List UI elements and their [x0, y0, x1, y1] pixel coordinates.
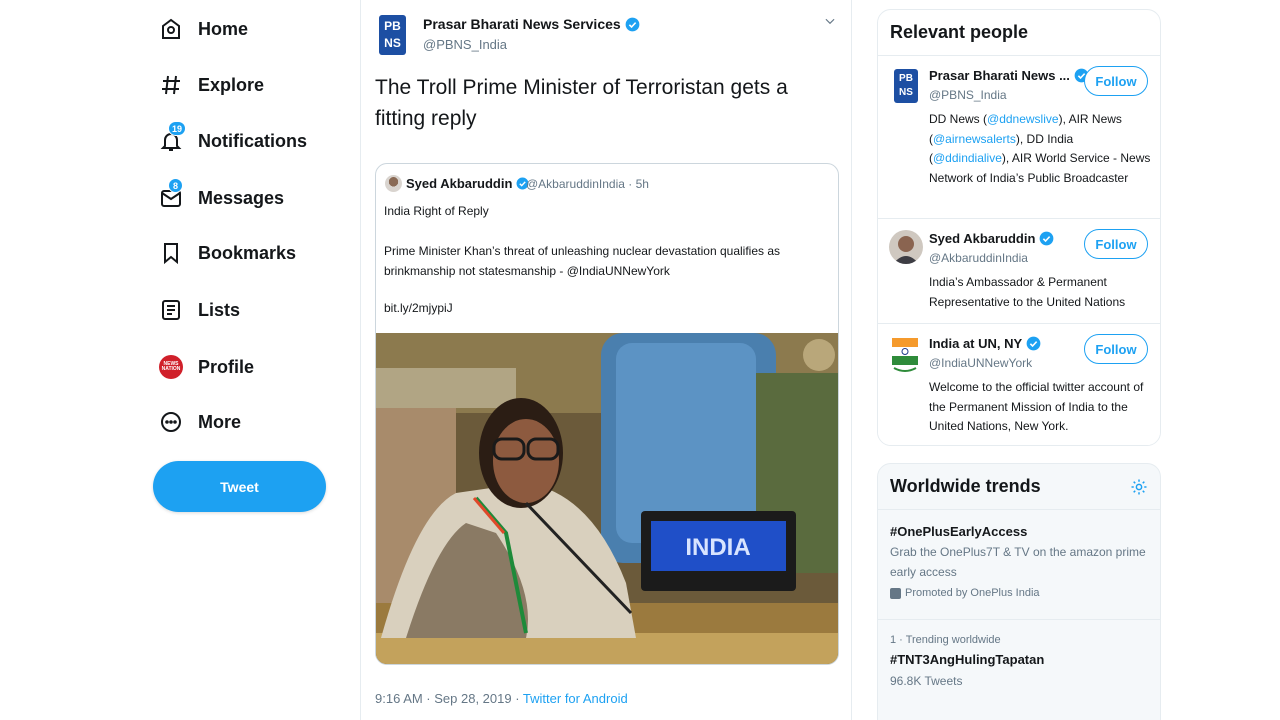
person-item[interactable]: Syed Akbaruddin @AkbaruddinIndia Follow … — [878, 219, 1160, 324]
source-app-link[interactable]: Twitter for Android — [523, 691, 628, 706]
verified-icon — [1026, 336, 1041, 351]
mention-link[interactable]: @airnewsalerts — [933, 132, 1016, 146]
list-icon — [158, 297, 184, 323]
tweet-detail: PB NS Prasar Bharati News Services @PBNS… — [360, 0, 852, 720]
envelope-icon: 8 — [158, 178, 184, 211]
nameplate-text: INDIA — [685, 534, 750, 561]
trends-header: Worldwide trends — [878, 464, 1160, 510]
chevron-down-icon[interactable] — [823, 14, 837, 28]
settings-gear-icon[interactable] — [1130, 478, 1148, 496]
nav-label-more: More — [198, 411, 242, 432]
nav-label-home: Home — [198, 18, 249, 39]
bell-icon: 19 — [158, 121, 187, 154]
person-avatar: PB NS — [894, 69, 918, 103]
primary-navigation: Home Explore 19 Notifications 8 Messages… — [150, 0, 340, 720]
person-handle: @AkbaruddinIndia — [929, 251, 1028, 265]
trend-title: #TNT3AngHulingTapatan — [890, 652, 1045, 667]
author-handle[interactable]: @PBNS_India — [423, 37, 507, 52]
nav-item-messages[interactable]: 8 Messages — [158, 178, 284, 218]
quoted-author-name: Syed Akbaruddin — [406, 176, 529, 191]
trend-description: Grab the OnePlus7T & TV on the amazon pr… — [890, 545, 1146, 579]
person-name[interactable]: Syed Akbaruddin — [929, 231, 1054, 246]
promoted-icon — [890, 587, 901, 599]
follow-button[interactable]: Follow — [1084, 229, 1148, 259]
hashtag-icon — [158, 72, 184, 98]
follow-button[interactable]: Follow — [1084, 334, 1148, 364]
tweet-button[interactable]: Tweet — [153, 461, 326, 512]
relevant-people-card: Relevant people PB NS Prasar Bharati New… — [877, 9, 1161, 446]
verified-icon — [625, 17, 640, 31]
nav-label-bookmarks: Bookmarks — [198, 242, 297, 263]
nav-label-messages: Messages — [198, 187, 285, 208]
person-avatar — [889, 230, 923, 264]
trend-tweet-count: 96.8K Tweets — [890, 674, 963, 688]
trend-title: #OnePlusEarlyAccess — [890, 524, 1028, 539]
person-handle: @IndiaUNNewYork — [929, 356, 1033, 370]
person-handle: @PBNS_India — [929, 88, 1007, 102]
nav-label-explore: Explore — [198, 74, 265, 95]
messages-badge: 8 — [168, 178, 183, 193]
author-name[interactable]: Prasar Bharati News Services — [423, 16, 640, 32]
nav-item-explore[interactable]: Explore — [158, 65, 264, 105]
quoted-text-body: Prime Minister Khan’s threat of unleashi… — [384, 244, 780, 278]
mention-link[interactable]: @ddindialive — [933, 151, 1002, 165]
mention-link[interactable]: @ddnewslive — [987, 112, 1059, 126]
profile-avatar: NEWS NATION — [159, 355, 183, 379]
quoted-link[interactable]: bit.ly/2mjypiJ — [384, 301, 453, 315]
person-bio: India’s Ambassador & Permanent Represent… — [929, 275, 1126, 309]
person-name[interactable]: Prasar Bharati News ... — [929, 68, 1089, 83]
author-avatar[interactable]: PB NS — [379, 15, 406, 55]
trend-context: 1 · Trending worldwide — [890, 634, 1001, 646]
notifications-badge: 19 — [168, 121, 187, 136]
home-icon — [158, 16, 184, 42]
follow-button[interactable]: Follow — [1084, 66, 1148, 96]
tweet-text: The Troll Prime Minister of Terroristan … — [375, 76, 788, 130]
verified-icon — [1040, 231, 1054, 246]
avatar-icon: NEWS NATION — [158, 354, 184, 380]
nav-label-lists: Lists — [198, 299, 241, 320]
person-bio: DD News (@ddnewslive), AIR News (@airnew… — [929, 112, 1151, 185]
quoted-tweet[interactable]: Syed Akbaruddin @AkbaruddinIndia · 5h In… — [375, 163, 839, 665]
person-item[interactable]: PB NS Prasar Bharati News ... @PBNS_Indi… — [878, 56, 1160, 219]
nav-item-lists[interactable]: Lists — [158, 290, 240, 330]
person-avatar — [890, 334, 920, 374]
person-name[interactable]: India at UN, NY — [929, 336, 1041, 351]
promoted-label: Promoted by OnePlus India — [890, 587, 1148, 599]
more-icon — [158, 409, 184, 435]
quoted-text-heading: India Right of Reply — [384, 204, 489, 218]
relevant-people-title: Relevant people — [878, 10, 1160, 56]
nav-label-profile: Profile — [198, 356, 255, 377]
nav-item-bookmarks[interactable]: Bookmarks — [158, 233, 296, 273]
trend-item-promoted[interactable]: #OnePlusEarlyAccess Grab the OnePlus7T &… — [878, 510, 1160, 620]
nav-item-home[interactable]: Home — [158, 9, 248, 49]
trend-item[interactable]: 1 · Trending worldwide #TNT3AngHulingTap… — [878, 620, 1160, 720]
quoted-author-handle: @AkbaruddinIndia · 5h — [526, 177, 649, 191]
trends-card: Worldwide trends #OnePlusEarlyAccess Gra… — [877, 463, 1161, 720]
tweet-timestamp: 9:16 AM · Sep 28, 2019 · Twitter for And… — [375, 691, 628, 706]
nav-item-more[interactable]: More — [158, 402, 241, 442]
bookmark-icon — [158, 240, 184, 266]
person-bio: Welcome to the official twitter account … — [929, 380, 1144, 433]
nav-item-notifications[interactable]: 19 Notifications — [158, 121, 307, 161]
person-item[interactable]: India at UN, NY @IndiaUNNewYork Follow W… — [878, 324, 1160, 445]
quoted-media-image[interactable]: INDIA — [376, 333, 839, 665]
quoted-author-avatar — [385, 175, 402, 192]
nav-label-notifications: Notifications — [198, 130, 308, 151]
nav-item-profile[interactable]: NEWS NATION Profile — [158, 347, 254, 387]
